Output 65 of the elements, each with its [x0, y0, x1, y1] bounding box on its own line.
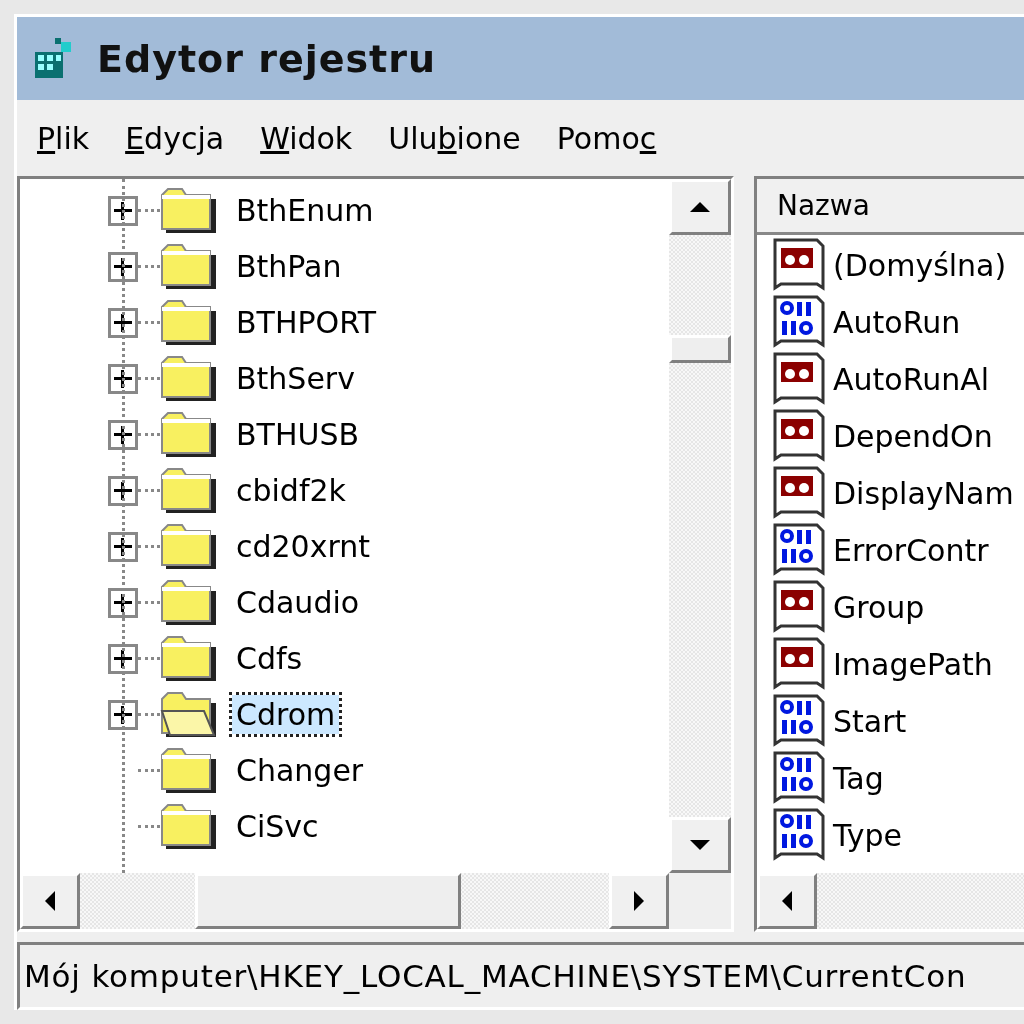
- caret-up-icon: [690, 201, 710, 212]
- window-title: Edytor rejestru: [97, 36, 437, 81]
- value-name[interactable]: Start: [833, 703, 907, 739]
- caret-left-icon: [782, 891, 792, 912]
- scroll-left-button[interactable]: [20, 873, 80, 930]
- tree-item[interactable]: BthEnum: [232, 191, 378, 231]
- menu-item[interactable]: Ulubione: [374, 116, 535, 160]
- value-name[interactable]: ErrorContr: [833, 532, 989, 568]
- tree-item[interactable]: Changer: [232, 751, 368, 791]
- value-name[interactable]: (Domyślna): [833, 247, 1007, 283]
- tree-item[interactable]: BthPan: [232, 247, 346, 287]
- menu-item[interactable]: Widok: [246, 116, 367, 160]
- string-value-icon: [773, 409, 827, 464]
- tree-item[interactable]: Cdaudio: [232, 583, 364, 623]
- tree-item[interactable]: CiSvc: [232, 807, 323, 847]
- column-header[interactable]: Nazwa: [757, 178, 1024, 235]
- binary-value-icon: [773, 523, 827, 578]
- value-name[interactable]: AutoRun: [833, 304, 961, 340]
- string-value-icon: [773, 580, 827, 635]
- menu-item[interactable]: Pomoc: [542, 116, 671, 160]
- value-name[interactable]: Group: [833, 589, 925, 625]
- expand-icon[interactable]: [108, 699, 138, 730]
- scroll-right-button[interactable]: [609, 873, 669, 930]
- string-value-icon: [773, 238, 827, 293]
- scroll-thumb[interactable]: [195, 873, 461, 930]
- caret-down-icon: [690, 840, 710, 851]
- tree-item[interactable]: Cdrom: [232, 695, 340, 735]
- expand-icon[interactable]: [108, 475, 138, 506]
- expand-icon[interactable]: [108, 251, 138, 282]
- scroll-up-button[interactable]: [669, 178, 731, 235]
- expand-icon[interactable]: [108, 531, 138, 562]
- expand-icon[interactable]: [108, 307, 138, 338]
- value-name[interactable]: ImagePath: [833, 646, 993, 682]
- registry-path: Mój komputer\HKEY_LOCAL_MACHINE\SYSTEM\CurrentCon: [24, 958, 967, 995]
- expand-icon[interactable]: [108, 363, 138, 394]
- scroll-thumb[interactable]: [669, 334, 731, 363]
- expand-icon[interactable]: [108, 643, 138, 674]
- caret-right-icon: [634, 891, 644, 912]
- menu-item[interactable]: Edycja: [111, 116, 239, 160]
- value-name[interactable]: Tag: [833, 760, 884, 796]
- binary-value-icon: [773, 751, 827, 806]
- tree-item[interactable]: BTHUSB: [232, 415, 364, 455]
- menu-item[interactable]: Plik: [23, 116, 104, 160]
- binary-value-icon: [773, 808, 827, 863]
- binary-value-icon: [773, 295, 827, 350]
- tree-item[interactable]: BthServ: [232, 359, 359, 399]
- caret-left-icon: [45, 891, 55, 912]
- scroll-down-button[interactable]: [669, 817, 731, 874]
- scrollbar-corner: [669, 873, 731, 930]
- tree-item[interactable]: cd20xrnt: [232, 527, 375, 567]
- string-value-icon: [773, 637, 827, 692]
- scroll-left-button[interactable]: [757, 873, 817, 930]
- tree-item[interactable]: cbidf2k: [232, 471, 350, 511]
- expand-icon[interactable]: [108, 195, 138, 226]
- value-name[interactable]: DisplayNam: [833, 475, 1014, 511]
- string-value-icon: [773, 466, 827, 521]
- expand-icon[interactable]: [108, 419, 138, 450]
- string-value-icon: [773, 352, 827, 407]
- expand-icon[interactable]: [108, 587, 138, 618]
- value-name[interactable]: Type: [833, 817, 902, 853]
- tree-item[interactable]: Cdfs: [232, 639, 307, 679]
- tree-item[interactable]: BTHPORT: [232, 303, 381, 343]
- value-name[interactable]: AutoRunAl: [833, 361, 990, 397]
- value-name[interactable]: DependOn: [833, 418, 993, 454]
- binary-value-icon: [773, 694, 827, 749]
